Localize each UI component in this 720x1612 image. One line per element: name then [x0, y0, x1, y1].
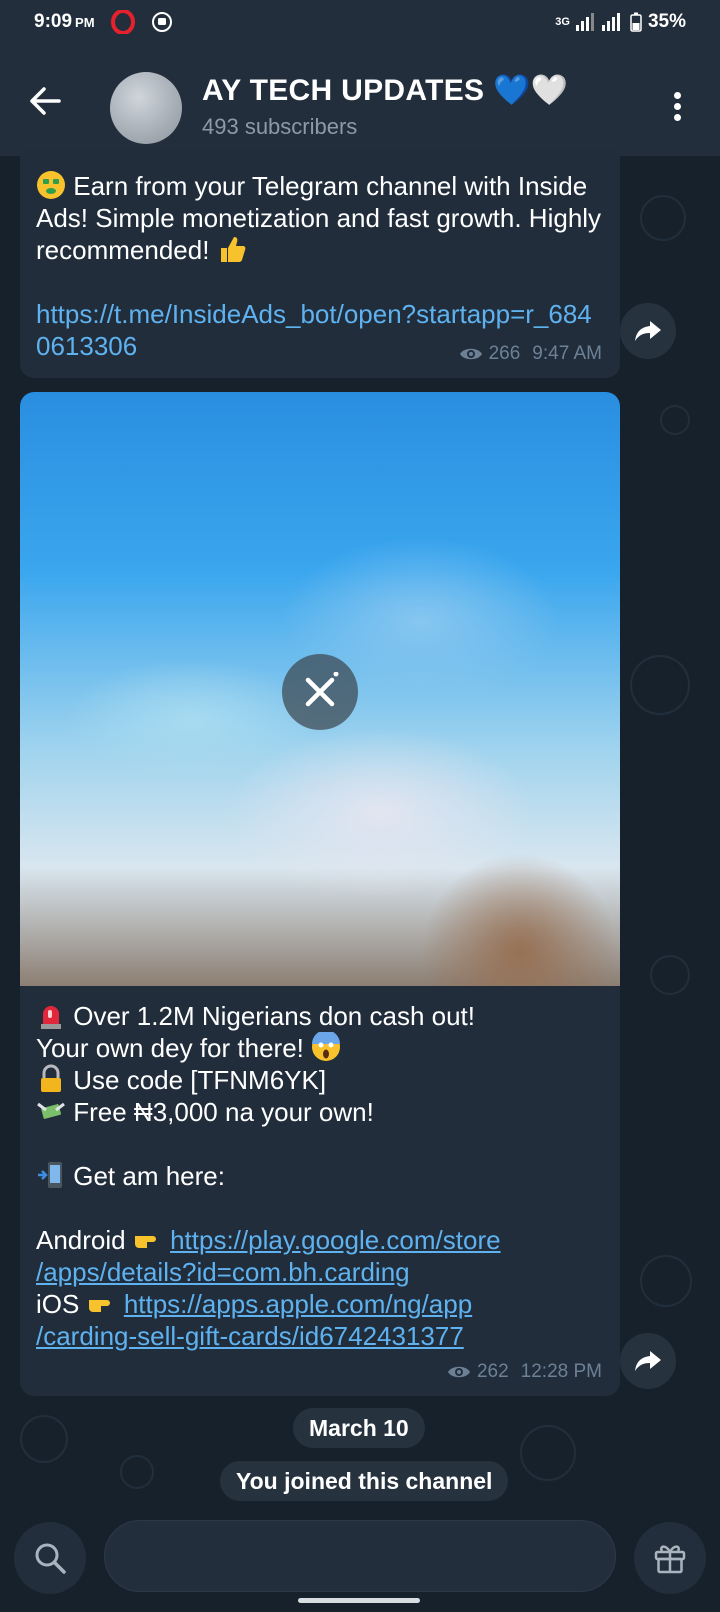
view-count: 262 — [476, 1361, 509, 1382]
subscriber-count: 493 subscribers — [202, 114, 358, 139]
message-text: Earn from your Telegram channel with Ins… — [36, 171, 609, 361]
channel-title[interactable]: AY TECH UPDATES 💙🤍 — [202, 73, 568, 108]
android-link[interactable]: https://play.google.com/store — [170, 1225, 500, 1255]
share-arrow-icon — [635, 1351, 661, 1371]
status-right-cluster: 3G 35% — [555, 11, 686, 33]
eye-icon — [447, 1366, 470, 1378]
channel-avatar[interactable] — [110, 72, 182, 144]
date-separator: March 10 — [293, 1408, 425, 1448]
more-menu-button[interactable] — [672, 92, 682, 122]
eye-icon — [459, 348, 482, 360]
gift-icon — [654, 1545, 686, 1574]
thumbs-up-icon — [220, 237, 246, 262]
status-bar: 9:09 PM 3G 35% — [0, 0, 720, 44]
message-time: 12:28 PM — [520, 1361, 602, 1382]
money-with-wings-icon — [37, 1102, 65, 1119]
ios-link-cont[interactable]: /carding-sell-gift-cards/id6742431377 — [36, 1321, 464, 1351]
more-vertical-icon — [672, 92, 682, 121]
back-button[interactable] — [28, 86, 64, 116]
media-image[interactable] — [20, 392, 620, 986]
message-time: 9:47 AM — [532, 343, 602, 364]
share-button[interactable] — [620, 303, 676, 359]
chat-header: AY TECH UPDATES 💙🤍 493 subscribers — [0, 44, 720, 156]
ios-link[interactable]: https://apps.apple.com/ng/app — [124, 1289, 472, 1319]
gift-button[interactable] — [634, 1522, 706, 1594]
search-icon — [35, 1543, 66, 1574]
message-bubble[interactable]: Earn from your Telegram channel with Ins… — [20, 150, 620, 378]
message-text: Over 1.2M Nigerians don cash out! Your o… — [36, 1001, 501, 1351]
message-meta: 266 9:47 AM — [459, 338, 602, 370]
lock-icon — [41, 1064, 61, 1092]
battery-icon — [630, 12, 642, 32]
cancel-download-button[interactable] — [282, 654, 358, 730]
pointing-right-icon — [88, 1300, 110, 1312]
app-notification-icon — [151, 11, 173, 33]
joined-channel-notice: You joined this channel — [220, 1461, 509, 1501]
search-button[interactable] — [14, 1522, 86, 1594]
arrow-left-icon — [30, 87, 61, 115]
message-meta: 262 12:28 PM — [447, 1356, 602, 1388]
mobile-phone-arrow-icon — [38, 1162, 62, 1188]
view-count: 266 — [488, 343, 521, 364]
android-link-cont[interactable]: /apps/details?id=com.bh.carding — [36, 1257, 410, 1287]
signal-icon — [575, 13, 620, 31]
message-input[interactable] — [104, 1520, 616, 1592]
siren-icon — [41, 1006, 61, 1029]
share-arrow-icon — [635, 321, 661, 341]
home-indicator — [298, 1598, 420, 1603]
status-time: 9:09 PM — [34, 11, 95, 32]
telegram-channel-screen: 9:09 PM 3G 35% AY TECH UPDATES 💙🤍 493 sub… — [0, 0, 720, 1612]
money-mouth-face-icon — [37, 171, 65, 199]
screaming-face-icon — [312, 1032, 341, 1061]
pointing-right-icon — [134, 1236, 156, 1248]
opera-icon — [110, 10, 135, 34]
share-button[interactable] — [620, 1333, 676, 1389]
close-icon — [305, 672, 339, 707]
battery-level: 35% — [647, 11, 686, 32]
message-bubble[interactable]: Over 1.2M Nigerians don cash out! Your o… — [20, 392, 620, 1396]
network-type: 3G — [555, 16, 570, 28]
